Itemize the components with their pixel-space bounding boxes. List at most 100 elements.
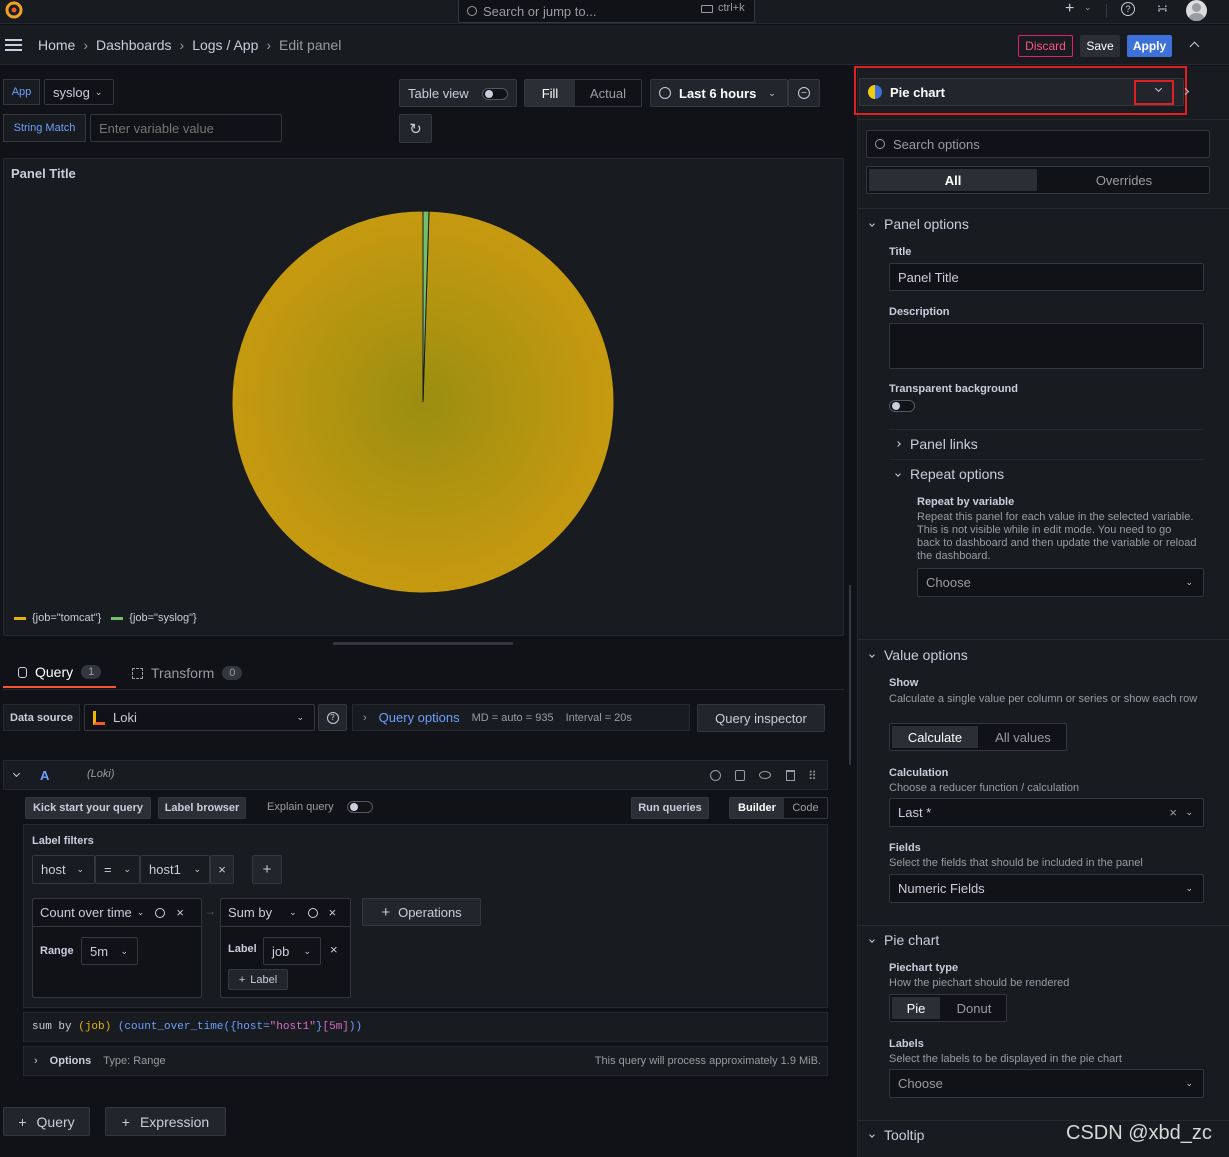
trash-icon[interactable] <box>786 770 795 781</box>
query-options-row[interactable]: › Options Type: Range This query will pr… <box>23 1046 828 1076</box>
search-options-input[interactable]: Search options <box>866 130 1210 158</box>
duplicate-icon[interactable] <box>735 770 745 781</box>
close-icon[interactable]: × <box>329 905 337 920</box>
save-button[interactable]: Save <box>1080 35 1120 57</box>
collapse-chevron-up-icon[interactable] <box>1189 41 1200 52</box>
query-options-link[interactable]: Query options <box>379 710 460 725</box>
panel-options-header[interactable]: Panel options <box>869 216 969 232</box>
pie-chart-header[interactable]: Pie chart <box>869 932 939 948</box>
eye-icon[interactable] <box>759 771 771 779</box>
fill-option[interactable]: Fill <box>525 80 575 106</box>
explain-query-toggle[interactable] <box>347 801 373 813</box>
help-icon[interactable] <box>710 770 721 781</box>
fields-select[interactable]: Numeric Fields ⌄ <box>889 874 1204 903</box>
variable-app-select[interactable]: syslog ⌄ <box>44 79 114 105</box>
show-toggle[interactable]: Calculate All values <box>889 723 1067 751</box>
resize-handle[interactable] <box>333 642 513 645</box>
add-expression-button[interactable]: + Expression <box>105 1107 226 1136</box>
query-inspector-button[interactable]: Query inspector <box>697 704 825 732</box>
query-letter[interactable]: A <box>40 768 49 783</box>
code-option[interactable]: Code <box>784 798 827 818</box>
kick-start-button[interactable]: Kick start your query <box>25 797 151 819</box>
info-icon[interactable] <box>307 907 318 918</box>
search-icon <box>875 139 885 149</box>
zoom-out-button[interactable]: − <box>788 79 820 107</box>
menu-icon[interactable] <box>5 39 22 51</box>
panel-title-input[interactable]: Panel Title <box>889 263 1204 291</box>
operation-name[interactable]: Count over time <box>40 905 132 920</box>
transparent-toggle[interactable] <box>889 400 915 412</box>
query-options-bar[interactable]: › Query options MD = auto = 935 Interval… <box>352 704 690 731</box>
add-filter-button[interactable]: + <box>252 855 282 884</box>
info-icon[interactable] <box>155 907 166 918</box>
news-rss-icon[interactable]: ∺ <box>1157 1 1168 17</box>
query-code-preview: sum by (job) (count_over_time({host= "hos… <box>23 1012 828 1042</box>
tab-transform[interactable]: Transform 0 <box>132 658 243 688</box>
add-chevron-icon[interactable]: ⌄ <box>1084 2 1092 13</box>
label-browser-button[interactable]: Label browser <box>158 797 246 819</box>
clear-icon[interactable]: × <box>1169 805 1177 820</box>
calculation-label: Calculation <box>889 767 949 779</box>
drag-handle-icon[interactable]: ⠿ <box>808 769 817 783</box>
repeat-variable-select[interactable]: Choose ⌄ <box>917 568 1204 597</box>
show-calculate-option[interactable]: Calculate <box>892 726 978 748</box>
tab-query[interactable]: Query 1 <box>3 658 116 688</box>
add-label-button[interactable]: + Label <box>228 969 288 990</box>
tab-all[interactable]: All <box>869 169 1037 191</box>
run-queries-button[interactable]: Run queries <box>631 797 709 819</box>
refresh-button[interactable]: ↻ <box>399 114 432 143</box>
time-range-picker[interactable]: Last 6 hours ⌄ <box>650 79 788 107</box>
table-view-toggle[interactable]: Table view <box>399 79 517 107</box>
datasource-help-button[interactable]: ? <box>318 704 347 731</box>
grafana-logo-icon[interactable] <box>4 0 24 20</box>
close-icon[interactable]: × <box>176 905 184 920</box>
search-box[interactable]: Search or jump to... ctrl+k <box>458 0 755 23</box>
remove-filter-button[interactable]: × <box>210 855 234 884</box>
piechart-type-toggle[interactable]: Pie Donut <box>889 994 1007 1022</box>
label-filter-key-select[interactable]: host ⌄ <box>32 855 95 884</box>
description-textarea[interactable] <box>889 323 1204 369</box>
datasource-select[interactable]: Loki ⌄ <box>84 704 315 731</box>
table-view-switch[interactable] <box>482 88 508 100</box>
calculation-select[interactable]: Last * × ⌄ <box>889 798 1204 827</box>
options-tabs[interactable]: All Overrides <box>866 166 1210 194</box>
nav-bar: Home › Dashboards › Logs / App › Edit pa… <box>0 25 1229 65</box>
discard-button[interactable]: Discard <box>1018 35 1073 57</box>
breadcrumb-dashboards[interactable]: Dashboards <box>96 37 172 53</box>
tab-overrides[interactable]: Overrides <box>1039 167 1209 193</box>
value-options-header[interactable]: Value options <box>869 647 968 663</box>
show-all-values-option[interactable]: All values <box>980 724 1066 750</box>
actual-option[interactable]: Actual <box>575 80 641 106</box>
range-select[interactable]: 5m ⌄ <box>81 937 138 965</box>
close-icon[interactable]: × <box>330 942 338 957</box>
pie-option[interactable]: Pie <box>892 997 940 1019</box>
operation-name[interactable]: Sum by <box>228 905 272 920</box>
pane-splitter[interactable] <box>849 585 851 765</box>
fill-actual-toggle[interactable]: Fill Actual <box>524 79 642 107</box>
labels-select[interactable]: Choose ⌄ <box>889 1069 1204 1098</box>
code-token: [5m] <box>322 1021 349 1033</box>
string-match-input[interactable] <box>90 114 282 142</box>
label-filter-op-select[interactable]: = ⌄ <box>95 855 140 884</box>
legend-item-tomcat[interactable]: {job="tomcat"} <box>14 612 101 624</box>
add-icon[interactable]: + <box>1065 0 1074 18</box>
builder-option[interactable]: Builder <box>730 798 784 818</box>
repeat-options-header[interactable]: Repeat options <box>895 466 1004 482</box>
tooltip-header[interactable]: Tooltip <box>869 1127 924 1143</box>
query-a-header[interactable]: A (Loki) ⠿ <box>3 760 828 790</box>
legend-item-syslog[interactable]: {job="syslog"} <box>111 612 197 624</box>
panel-links-header[interactable]: Panel links <box>895 436 978 452</box>
add-operation-button[interactable]: + Operations <box>362 898 481 926</box>
apply-button[interactable]: Apply <box>1127 35 1172 57</box>
builder-code-toggle[interactable]: Builder Code <box>729 797 828 819</box>
donut-option[interactable]: Donut <box>942 995 1006 1021</box>
breadcrumb-logs-app[interactable]: Logs / App <box>192 37 258 53</box>
avatar[interactable] <box>1186 0 1207 21</box>
label-param-select[interactable]: job ⌄ <box>263 937 321 965</box>
collapse-chevron-icon[interactable] <box>12 769 21 778</box>
add-query-button[interactable]: + Query <box>3 1107 90 1136</box>
help-icon[interactable]: ? <box>1121 2 1135 16</box>
code-token: } <box>315 1021 323 1033</box>
label-filter-value-select[interactable]: host1 ⌄ <box>140 855 210 884</box>
breadcrumb-home[interactable]: Home <box>38 37 75 53</box>
